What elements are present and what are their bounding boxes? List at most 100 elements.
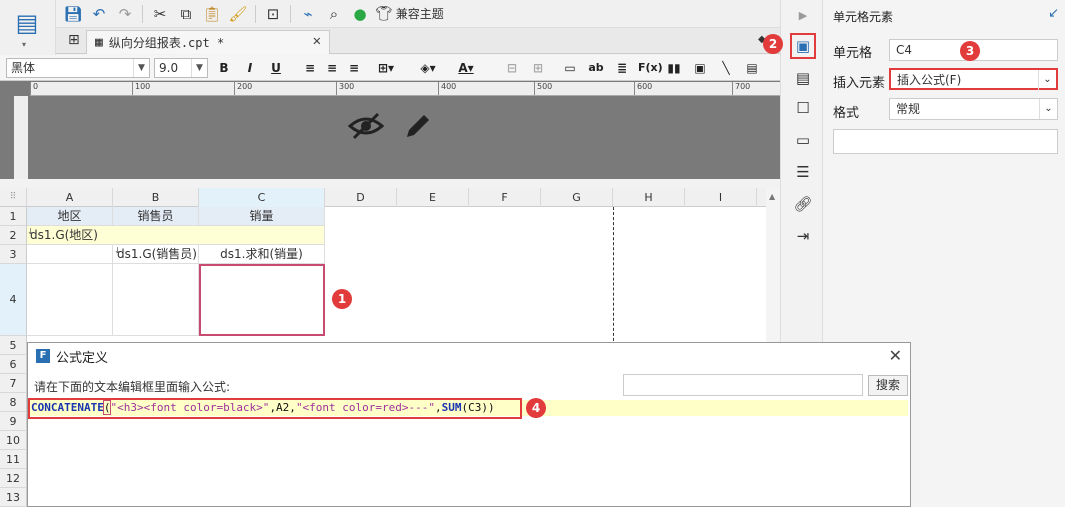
border-style-icon[interactable]: ☐ (791, 96, 815, 120)
annotation-badge: 2 (763, 34, 783, 54)
template-logo-icon[interactable]: ▤ (14, 6, 40, 40)
font-color-icon[interactable]: A▾ (456, 59, 476, 77)
column-header[interactable]: I (685, 188, 757, 207)
format-select[interactable]: 常规 ⌄ (889, 98, 1058, 120)
theme-button[interactable]: 👕︎ 兼容主题 (375, 5, 444, 22)
cell-attributes-icon[interactable]: ▤ (791, 66, 815, 90)
plugin-icon[interactable]: ⌁ (297, 3, 319, 25)
row-header[interactable]: 5 (0, 336, 27, 355)
search-design-icon[interactable]: ⌕ (323, 3, 345, 25)
row-header[interactable]: 10 (0, 431, 27, 450)
insert-image-icon[interactable]: ▣ (690, 59, 710, 77)
italic-button[interactable]: I (240, 59, 260, 77)
row-header[interactable]: 3 (0, 245, 27, 264)
row-header[interactable]: 1 (0, 207, 27, 226)
search-input[interactable] (623, 374, 863, 396)
column-header[interactable]: E (397, 188, 469, 207)
bold-button[interactable]: B (214, 59, 234, 77)
richtext-icon[interactable]: ≣ (612, 59, 632, 77)
check-icon[interactable]: ● (349, 3, 371, 25)
cell-b1[interactable]: 销售员 (113, 207, 199, 226)
row-header[interactable]: 4 (0, 264, 27, 336)
column-header[interactable]: C (199, 188, 325, 207)
font-name-value: 黑体 (11, 61, 36, 75)
dialog-title: 公式定义 (56, 350, 109, 366)
align-right-icon[interactable]: ≡ (344, 59, 364, 77)
subreport-icon[interactable]: ▤ (742, 59, 762, 77)
undo-icon[interactable]: ↶ (88, 3, 110, 25)
condition-attr-icon[interactable]: ☰ (791, 160, 815, 184)
file-tab[interactable]: ▦ 纵向分组报表.cpt * ✕ (86, 30, 330, 54)
file-tab-label: 纵向分组报表.cpt * (108, 36, 225, 50)
column-header[interactable]: A (27, 188, 113, 207)
save-icon[interactable]: 💾︎ (62, 3, 84, 25)
grid-view-icon[interactable]: ⊞ (68, 32, 80, 48)
collapse-arrow-icon[interactable]: ▶ (791, 4, 815, 28)
row-header[interactable]: 13 (0, 488, 27, 507)
copy-icon[interactable]: ⧉ (175, 3, 197, 25)
theme-label: 兼容主题 (395, 7, 444, 21)
column-header[interactable]: B (113, 188, 199, 207)
cell-a1[interactable]: 地区 (27, 207, 113, 226)
split-cells-icon[interactable]: ⊞ (528, 59, 548, 77)
cell-a3[interactable] (27, 245, 113, 264)
preview-icon[interactable]: ⊡ (262, 3, 284, 25)
row-header[interactable]: 12 (0, 469, 27, 488)
align-left-icon[interactable]: ≡ (300, 59, 320, 77)
formula-editor[interactable]: CONCATENATE("<h3><font color=black>",A2,… (31, 400, 495, 415)
hyperlink-icon[interactable]: 🔗︎ (791, 192, 815, 216)
scroll-up-icon[interactable]: ▲ (769, 192, 775, 201)
slash-icon[interactable]: ╲ (716, 59, 736, 77)
row-header[interactable]: 7 (0, 374, 27, 393)
column-header[interactable]: D (325, 188, 397, 207)
formula-paren: ) (488, 401, 495, 414)
chevron-down-icon[interactable]: ▾ (22, 40, 26, 49)
insert-field-icon[interactable]: ▭ (560, 59, 580, 77)
import-icon[interactable]: ⇥ (791, 224, 815, 248)
row-header[interactable]: 2 (0, 226, 27, 245)
paste-icon[interactable]: 📋︎ (201, 3, 223, 25)
column-header[interactable]: H (613, 188, 685, 207)
close-icon[interactable]: ✕ (889, 346, 902, 365)
insert-text-icon[interactable]: ab (586, 59, 606, 77)
underline-button[interactable]: U (266, 59, 286, 77)
cell-c4-selected[interactable] (199, 264, 325, 336)
font-name-select[interactable]: 黑体 ▼ (6, 58, 150, 78)
merge-cells-icon[interactable]: ⊟ (502, 59, 522, 77)
row-header[interactable]: 9 (0, 412, 27, 431)
border-icon[interactable]: ⊞▾ (376, 59, 396, 77)
cell-c1[interactable]: 销量 (199, 207, 325, 226)
cell-b4[interactable] (113, 264, 199, 336)
formula-dialog: F 公式定义 ✕ 请在下面的文本编辑框里面输入公式: 搜索 CONCATENAT… (27, 342, 911, 507)
formula-string: "<h3><font color=black>" (110, 401, 270, 414)
cell-a2[interactable]: ↓ ds1.G(地区) (27, 226, 325, 245)
pin-icon[interactable]: ↙ (1048, 6, 1059, 21)
cell-element-icon[interactable]: ▣ (790, 33, 816, 59)
eye-slash-icon[interactable] (347, 110, 385, 149)
redo-icon[interactable]: ↷ (114, 3, 136, 25)
close-tab-icon[interactable]: ✕ (313, 33, 321, 49)
pencil-icon[interactable] (402, 110, 434, 149)
chevron-down-icon: ▼ (133, 59, 149, 77)
cut-icon[interactable]: ✂ (149, 3, 171, 25)
insert-formula-icon[interactable]: F(x) (638, 59, 663, 77)
search-button[interactable]: 搜索 (868, 375, 908, 396)
format-brush-icon[interactable]: 🖌︎ (227, 3, 249, 25)
row-header[interactable]: 11 (0, 450, 27, 469)
cell-a4[interactable] (27, 264, 113, 336)
insert-element-label: 插入元素 (833, 76, 886, 91)
insert-element-select[interactable]: 插入公式(F) ⌄ (889, 68, 1058, 90)
insert-chart-icon[interactable]: ▮▮ (664, 59, 684, 77)
fill-color-icon[interactable]: ◈▾ (418, 59, 438, 77)
format-detail-box[interactable] (833, 129, 1058, 154)
widget-icon[interactable]: ▭ (791, 128, 815, 152)
column-header[interactable]: G (541, 188, 613, 207)
row-header[interactable]: 6 (0, 355, 27, 374)
row-header[interactable]: 8 (0, 393, 27, 412)
cell-b3[interactable]: ↓ ds1.G(销售员) (113, 245, 199, 264)
align-center-icon[interactable]: ≡ (322, 59, 342, 77)
cell-c3[interactable]: ds1.求和(销量) (199, 245, 325, 264)
select-all-corner[interactable]: ⠿ (0, 188, 27, 207)
font-size-select[interactable]: 9.0 ▼ (154, 58, 208, 78)
column-header[interactable]: F (469, 188, 541, 207)
